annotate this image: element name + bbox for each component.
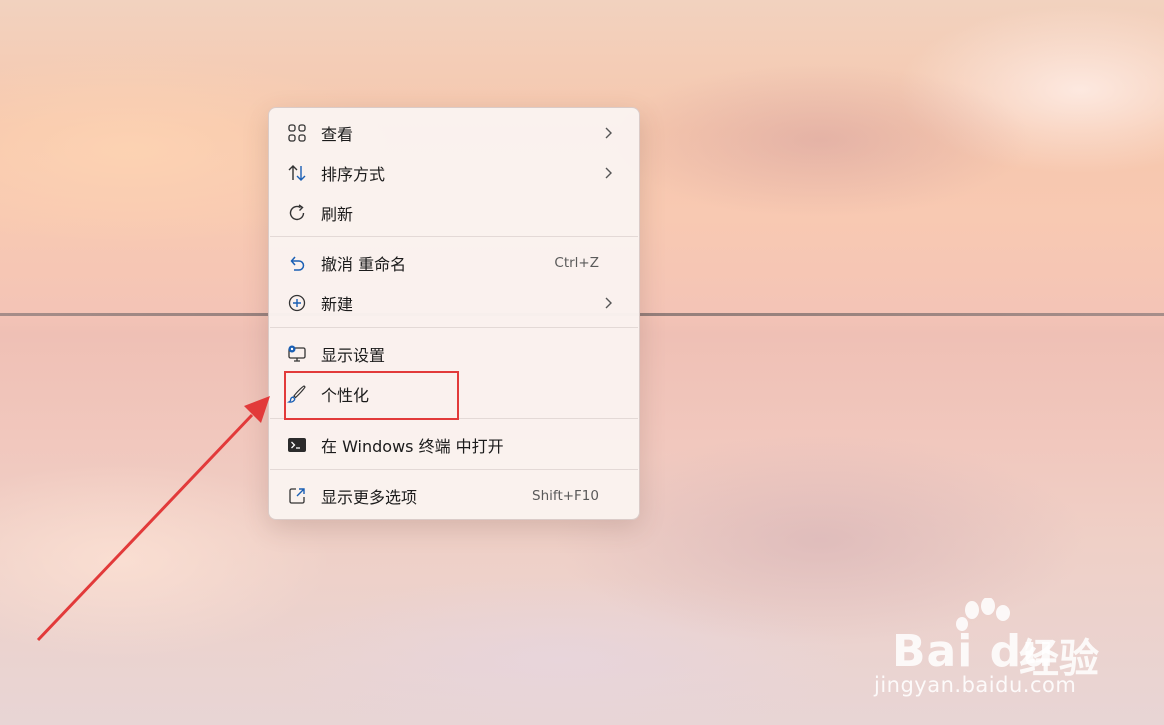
watermark-url: jingyan.baidu.com <box>874 673 1077 697</box>
baidu-jingyan-watermark: Bai du 经验 jingyan.baidu.com <box>874 598 1107 702</box>
